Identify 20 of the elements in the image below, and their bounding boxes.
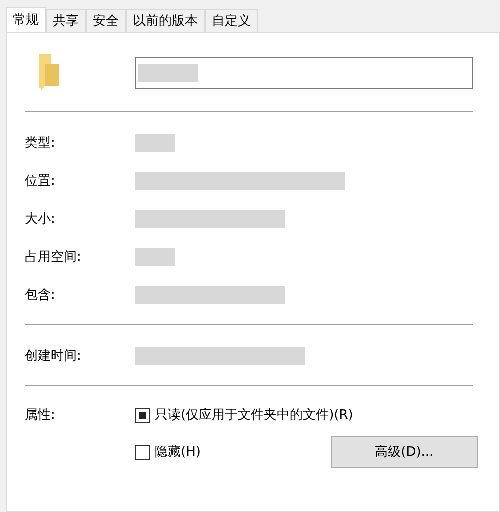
tab[interactable]: 以前的版本 xyxy=(126,9,205,32)
blurred-text xyxy=(135,248,175,266)
property-label: 创建时间: xyxy=(25,348,82,365)
checkbox-label: 只读(仅应用于文件夹中的文件)(R) xyxy=(155,407,354,424)
tab[interactable]: 自定义 xyxy=(205,9,258,32)
advanced-button[interactable]: 高级(D)... xyxy=(330,436,478,468)
tab[interactable]: 共享 xyxy=(46,9,86,32)
property-label: 占用空间: xyxy=(25,249,82,266)
checkbox-label: 隐藏(H) xyxy=(155,444,201,461)
tab[interactable]: 安全 xyxy=(86,9,126,32)
property-label: 位置: xyxy=(25,173,56,190)
tab[interactable]: 常规 xyxy=(6,7,46,32)
property-label: 大小: xyxy=(25,211,56,228)
checkbox[interactable] xyxy=(135,444,150,460)
attributes-label: 属性: xyxy=(25,407,56,425)
property-label: 包含: xyxy=(25,287,56,304)
blurred-text xyxy=(135,134,175,152)
name-field[interactable] xyxy=(135,57,473,89)
checkbox[interactable] xyxy=(135,408,150,422)
property-label: 类型: xyxy=(25,135,56,152)
